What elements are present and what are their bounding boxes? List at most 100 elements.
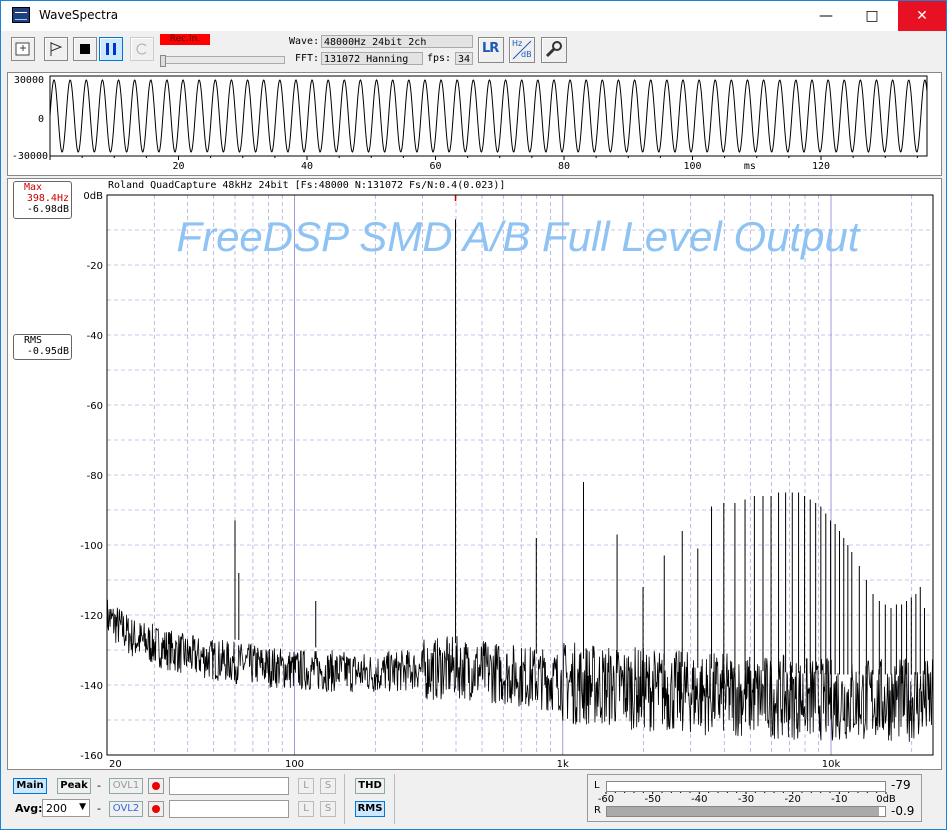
ovl1-save-button[interactable]: S (320, 778, 336, 794)
meter-right-bar (606, 806, 886, 817)
chevron-down-icon: ▼ (79, 802, 86, 812)
fps-label: fps: (427, 53, 452, 64)
wave-x-tick: 40 (301, 161, 313, 172)
spectrum-y-tick: -20 (87, 261, 103, 272)
meter-scale-tick: -30 (738, 794, 754, 804)
window-title: WaveSpectra (39, 8, 119, 22)
divider (344, 774, 345, 824)
pause-button[interactable] (99, 37, 123, 61)
wave-format-box: 48000Hz 24bit 2ch (321, 35, 473, 48)
main-button[interactable]: Main (13, 778, 47, 794)
rec-level-slider[interactable] (160, 55, 285, 67)
repeat-button[interactable] (130, 37, 154, 61)
thd-button[interactable]: THD (355, 778, 385, 794)
spectrum-y-tick: -80 (87, 471, 103, 482)
spectrum-y-tick: -160 (80, 751, 103, 762)
rms-button[interactable]: RMS (355, 801, 385, 817)
meter-scale-tick: 0dB (876, 794, 896, 804)
ovl1-button[interactable]: OVL1 (109, 778, 143, 794)
lr-icon: LR (482, 41, 499, 56)
bottom-controls: Main Peak - OVL1 L S Avg: 200 ▼ - OVL2 L… (7, 772, 942, 826)
spectrum-y-tick: -140 (80, 681, 103, 692)
wave-x-tick: 20 (172, 161, 184, 172)
spectrum-y-tick: 0dB (83, 191, 103, 202)
play-file-icon (50, 42, 63, 56)
meter-scale-tick: -60 (598, 794, 614, 804)
open-file-icon (15, 42, 30, 56)
title-bar: WaveSpectra — □ ✕ (1, 1, 946, 31)
spectrum-x-tick: 10k (822, 759, 841, 769)
meter-right-value: -0.9 (891, 804, 915, 818)
pause-icon (106, 43, 116, 55)
toolbar: Rec.In. Wave: 48000Hz 24bit 2ch FFT: 131… (7, 34, 942, 70)
spectrum-x-tick: 20 (109, 759, 122, 769)
meter-scale: -60 -50 -40 -30 -20 -10 0dB (598, 792, 896, 804)
wave-x-tick: 80 (558, 161, 570, 172)
hz-db-axis-button[interactable]: Hz dB (509, 37, 535, 63)
wave-y-tick: -30000 (12, 151, 48, 162)
stop-icon (80, 44, 90, 54)
wave-x-unit: ms (744, 161, 756, 172)
meter-scale-tick: -40 (691, 794, 707, 804)
open-file-button[interactable] (11, 37, 35, 61)
fps-value-box: 34 (455, 52, 473, 65)
waveform-display[interactable]: 30000 0 -30000 20 40 60 80 100 120 ms (7, 72, 942, 176)
meter-left-bar (606, 781, 886, 792)
spectrum-y-tick: -100 (80, 541, 103, 552)
waveform-graph: 30000 0 -30000 20 40 60 80 100 120 ms (12, 75, 928, 172)
avg-label: Avg: (15, 802, 43, 815)
fft-setting-box: 131072 Hanning (321, 52, 423, 65)
divider (394, 774, 395, 824)
minimize-button[interactable]: — (803, 1, 849, 31)
meter-right-label: R (594, 805, 601, 816)
waveform-trace (49, 79, 928, 153)
ovl1-name-field[interactable] (169, 777, 289, 795)
spectrum-overlay-title: FreeDSP SMD A/B Full Level Output (176, 213, 861, 260)
meter-left-label: L (594, 780, 600, 791)
wrench-icon (545, 41, 562, 58)
ovl2-name-field[interactable] (169, 800, 289, 818)
ovl2-record-button[interactable] (148, 801, 164, 817)
meter-scale-tick: -10 (831, 794, 847, 804)
app-icon (12, 7, 30, 23)
rec-input-indicator: Rec.In. (160, 34, 210, 45)
spectrum-y-tick: -120 (80, 611, 103, 622)
play-file-button[interactable] (44, 37, 68, 61)
spectrum-y-tick: -40 (87, 331, 103, 342)
meter-scale-tick: -20 (784, 794, 800, 804)
level-meter: L -79 -60 -50 -40 -30 -20 -10 0dB R -0.9 (587, 774, 922, 822)
spectrum-y-tick: -60 (87, 401, 103, 412)
slider-thumb[interactable] (160, 55, 166, 67)
ovl2-load-button[interactable]: L (298, 801, 314, 817)
wave-x-tick: 120 (812, 161, 830, 172)
refresh-icon (136, 43, 147, 55)
app-window: WaveSpectra — □ ✕ Rec.In. Wave: 48000Hz … (0, 0, 947, 830)
fft-label: FFT: (295, 53, 320, 64)
settings-button[interactable] (541, 37, 567, 63)
wave-y-tick: 30000 (14, 75, 44, 86)
wave-y-tick: 0 (38, 114, 44, 125)
spectrum-x-tick: 100 (285, 759, 304, 769)
spectrum-panel[interactable]: Roland QuadCapture 48kHz 24bit [Fs:48000… (7, 178, 942, 770)
ovl1-record-button[interactable] (148, 778, 164, 794)
meter-left-value: -79 (891, 778, 911, 792)
spectrum-chart: 0dB -20 -40 -60 -80 -100 -120 -140 -160 20 100 1k 1… (80, 191, 934, 769)
stop-button[interactable] (73, 37, 97, 61)
peak-button[interactable]: Peak (57, 778, 91, 794)
meter-scale-tick: -50 (644, 794, 660, 804)
lr-channel-button[interactable]: LR (478, 37, 504, 63)
spectrum-noise-trace (106, 599, 934, 742)
dash-separator: - (97, 802, 101, 815)
ovl2-save-button[interactable]: S (320, 801, 336, 817)
avg-select[interactable]: 200 ▼ (42, 799, 90, 817)
spectrum-x-tick: 1k (557, 759, 569, 769)
meter-right-fill (607, 807, 880, 816)
dash-separator: - (97, 779, 101, 792)
wave-x-tick: 100 (683, 161, 701, 172)
maximize-button[interactable]: □ (849, 1, 895, 31)
wave-label: Wave: (289, 36, 320, 47)
ovl2-button[interactable]: OVL2 (109, 801, 143, 817)
ovl1-load-button[interactable]: L (298, 778, 314, 794)
close-button[interactable]: ✕ (898, 1, 946, 31)
wave-x-tick: 60 (429, 161, 441, 172)
